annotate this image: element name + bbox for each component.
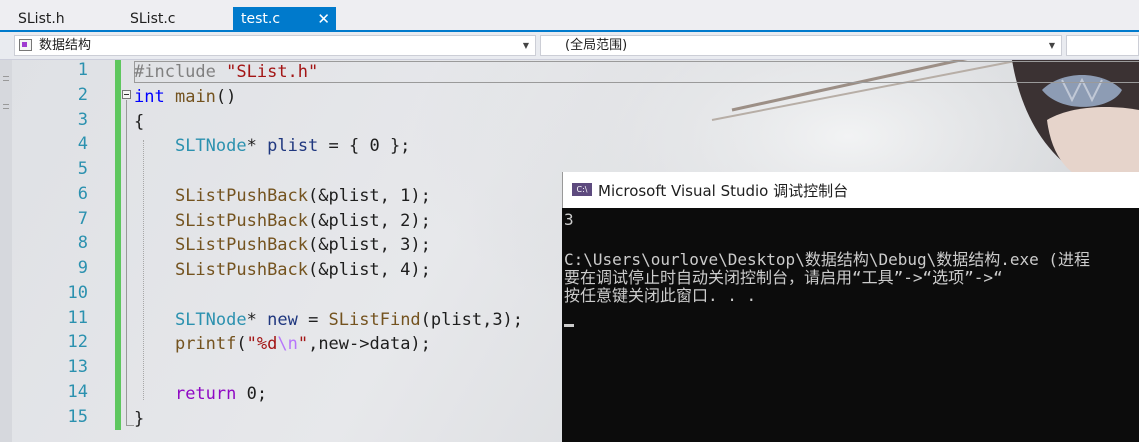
line-number: 10 [67,283,88,303]
code-line: SListPushBack(&plist, 4); [174,260,431,280]
line-number: 6 [77,184,88,204]
tab-label: SList.c [130,11,176,27]
code-line: SListPushBack(&plist, 1); [174,186,431,206]
console-line: 3 [564,210,574,229]
code-line: { [134,112,145,132]
project-dropdown-value: 数据结构 [39,38,92,53]
navigation-bar: 数据结构 ▼ (全局范围) ▼ [0,32,1139,60]
line-number: 7 [77,209,88,229]
solution-explorer-edge [0,60,12,442]
console-line: 按任意键关闭此窗口. . . [564,286,757,305]
code-line: SListPushBack(&plist, 2); [174,211,431,231]
line-number: 11 [67,308,88,328]
code-line: printf("%d\n",new->data); [174,334,431,354]
chevron-down-icon[interactable]: ▼ [1049,36,1055,55]
console-app-icon: C:\ [572,183,592,196]
tab-test-c[interactable]: test.c ✕ [233,7,336,31]
code-line: SLTNode* plist = { 0 }; [174,136,411,156]
line-number: 4 [77,134,88,154]
project-dropdown[interactable]: 数据结构 ▼ [14,35,536,56]
code-line: int main() [134,87,237,107]
chevron-down-icon[interactable]: ▼ [523,36,529,55]
code-line: SLTNode* new = SListFind(plist,3); [174,310,524,330]
line-number: 9 [77,258,88,278]
console-line: 要在调试停止时自动关闭控制台，请启用“工具”->“选项”->“ [564,268,1003,287]
change-tracking-margin [115,60,121,430]
close-icon[interactable]: ✕ [317,7,330,31]
line-number: 14 [67,382,88,402]
debug-console-window[interactable]: C:\ Microsoft Visual Studio 调试控制台 3 C:\U… [562,172,1139,442]
code-line: SListPushBack(&plist, 3); [174,235,431,255]
code-line: return 0; [174,384,268,404]
console-title: Microsoft Visual Studio 调试控制台 [598,182,849,200]
line-number: 12 [67,332,88,352]
tab-label: SList.h [18,11,65,27]
console-line: C:\Users\ourlove\Desktop\数据结构\Debug\数据结构… [564,250,1091,269]
outline-guide [126,100,127,425]
code-line: } [134,409,145,429]
console-title-bar[interactable]: C:\ Microsoft Visual Studio 调试控制台 [562,172,1139,208]
line-number-gutter: 1 2 3 4 5 6 7 8 9 10 11 12 13 14 15 [12,60,122,442]
line-number: 13 [67,357,88,377]
scope-dropdown[interactable]: (全局范围) ▼ [540,35,1062,56]
scope-dropdown-value: (全局范围) [565,38,628,53]
tab-slist-c[interactable]: SList.c [122,7,232,31]
line-number: 3 [77,110,88,130]
member-dropdown[interactable] [1066,35,1139,56]
console-cursor [564,324,574,327]
collapse-icon[interactable] [122,90,131,99]
document-tab-bar: SList.h SList.c test.c ✕ [0,0,1139,32]
code-line: #include "SList.h" [134,62,319,82]
line-number: 2 [77,85,88,105]
outline-guide-end [126,425,134,426]
line-number: 8 [77,233,88,253]
line-number: 1 [77,60,88,80]
project-icon [19,39,32,51]
console-output[interactable]: 3 C:\Users\ourlove\Desktop\数据结构\Debug\数据… [562,208,1139,442]
line-number: 5 [77,159,88,179]
tab-slist-h[interactable]: SList.h [10,7,120,31]
line-number: 15 [67,407,88,427]
tab-label: test.c [241,11,281,27]
code-text[interactable]: #include "SList.h" int main() { SLTNode*… [134,60,523,429]
